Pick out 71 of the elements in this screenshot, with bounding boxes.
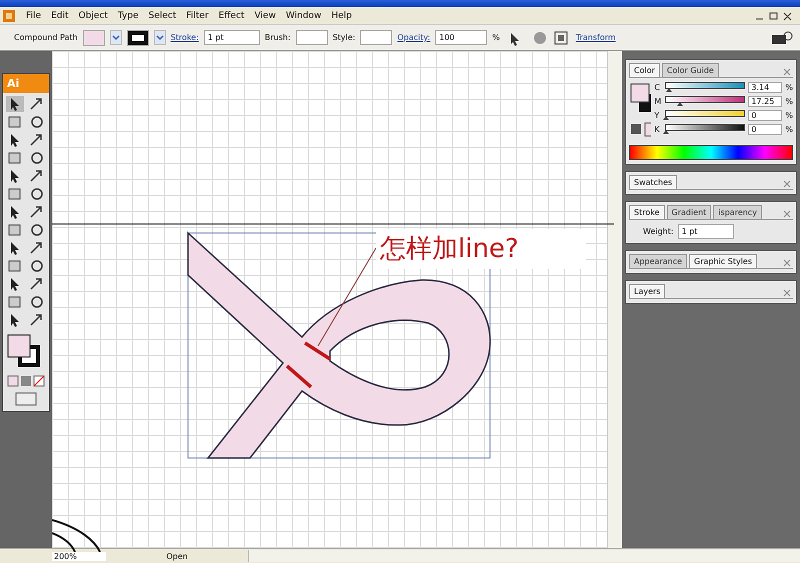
panel-tab[interactable]: Color bbox=[629, 63, 660, 77]
panel-tab[interactable]: isparency bbox=[713, 205, 762, 219]
opacity-label[interactable]: Opacity: bbox=[397, 33, 430, 42]
selection-label: Compound Path bbox=[14, 33, 78, 42]
style-label: Style: bbox=[332, 33, 356, 42]
stroke-label[interactable]: Stroke: bbox=[170, 33, 199, 42]
camera-icon[interactable] bbox=[770, 30, 794, 46]
color-spectrum[interactable] bbox=[629, 145, 793, 160]
value-field[interactable]: 0 bbox=[748, 124, 782, 135]
close-icon[interactable] bbox=[781, 67, 793, 77]
menu-item[interactable]: Select bbox=[148, 10, 176, 20]
close-icon[interactable] bbox=[781, 258, 793, 268]
panel-tab[interactable]: Swatches bbox=[629, 175, 678, 189]
weight-field[interactable]: 1 pt bbox=[678, 224, 734, 239]
menu-item[interactable]: File bbox=[26, 10, 42, 20]
transform-link[interactable]: Transform bbox=[576, 33, 616, 42]
stroke-swatch[interactable] bbox=[126, 30, 149, 46]
style-field[interactable] bbox=[360, 30, 392, 45]
slider-thumb[interactable] bbox=[676, 102, 683, 106]
close-icon[interactable] bbox=[781, 179, 793, 189]
menu-item[interactable]: Window bbox=[286, 10, 322, 20]
menu-item[interactable]: Type bbox=[118, 10, 138, 20]
weight-label: Weight: bbox=[643, 227, 674, 236]
channel-label: Y bbox=[654, 111, 660, 120]
close-icon[interactable] bbox=[781, 288, 793, 298]
fill-swatch[interactable] bbox=[82, 30, 105, 46]
slider-thumb[interactable] bbox=[663, 130, 670, 134]
slider-track[interactable] bbox=[665, 82, 746, 89]
menu-item[interactable]: Edit bbox=[51, 10, 68, 20]
slider-thumb[interactable] bbox=[663, 116, 670, 120]
slider-track[interactable] bbox=[665, 124, 746, 131]
window-controls-icon[interactable] bbox=[754, 10, 794, 22]
value-field[interactable]: 0 bbox=[748, 110, 782, 121]
menu-item[interactable]: Object bbox=[78, 10, 108, 20]
panel-tab[interactable]: Graphic Styles bbox=[689, 254, 758, 268]
percent-label: % bbox=[492, 33, 500, 42]
unit-label: % bbox=[785, 97, 793, 106]
value-field[interactable]: 17.25 bbox=[748, 96, 782, 107]
zoom-field[interactable]: 200% bbox=[52, 552, 106, 560]
menu-item[interactable]: Filter bbox=[186, 10, 209, 20]
menu-item[interactable]: Effect bbox=[218, 10, 244, 20]
stroke-weight-field[interactable]: 1 pt bbox=[204, 30, 260, 45]
panel-tab[interactable]: Color Guide bbox=[662, 63, 719, 77]
hand-drawn-mark bbox=[285, 341, 332, 389]
slider-track[interactable] bbox=[665, 96, 746, 103]
horizontal-scrollbar[interactable] bbox=[248, 550, 800, 562]
unit-label: % bbox=[785, 125, 793, 134]
unit-label: % bbox=[785, 111, 793, 120]
brush-label: Brush: bbox=[264, 33, 291, 42]
status-text: Open bbox=[165, 552, 189, 560]
unit-label: % bbox=[785, 83, 793, 92]
brush-field[interactable] bbox=[296, 30, 328, 45]
vertical-scrollbar[interactable] bbox=[607, 51, 622, 548]
channel-label: C bbox=[654, 83, 661, 92]
slider-track[interactable] bbox=[665, 110, 746, 117]
panel-tab[interactable]: Gradient bbox=[666, 205, 712, 219]
slider-thumb[interactable] bbox=[666, 88, 672, 92]
channel-label: K bbox=[654, 125, 661, 134]
channel-label: M bbox=[654, 97, 662, 106]
value-field[interactable]: 3.14 bbox=[748, 82, 782, 93]
curve-drawing bbox=[52, 519, 101, 552]
menu-item[interactable]: View bbox=[254, 10, 276, 20]
opacity-field[interactable]: 100 bbox=[435, 30, 488, 45]
panel-tab[interactable]: Stroke bbox=[629, 205, 664, 219]
annotation-text: 怎样加line? bbox=[376, 229, 586, 269]
app-logo: Ai bbox=[3, 74, 49, 93]
menu-item[interactable]: Help bbox=[331, 10, 352, 20]
panel-tab[interactable]: Layers bbox=[629, 284, 666, 298]
app-icon bbox=[2, 8, 16, 22]
close-icon[interactable] bbox=[781, 209, 793, 219]
panel-tab[interactable]: Appearance bbox=[629, 254, 688, 268]
